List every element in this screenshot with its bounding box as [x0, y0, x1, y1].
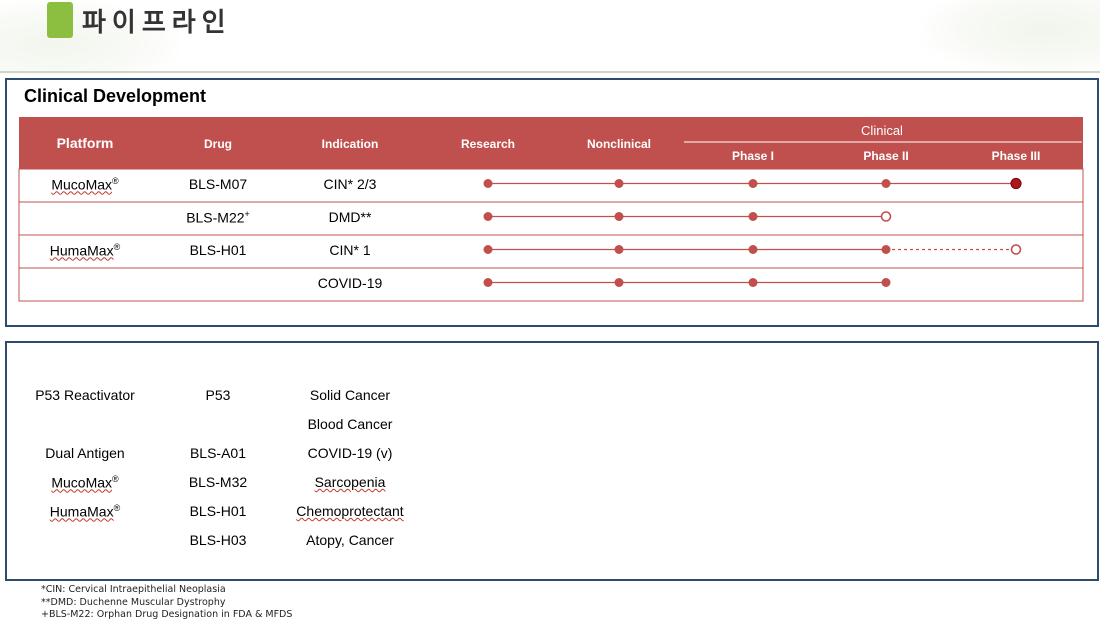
- clinical-stage-dot: [748, 212, 758, 221]
- preclinical-row-indication: Chemoprotectant: [290, 503, 410, 519]
- clinical-stage-dot: [483, 179, 493, 188]
- preclinical-row-platform-text: P53 Reactivator: [35, 387, 135, 403]
- header-nonclinical: Nonclinical: [585, 361, 650, 375]
- header-phase1: Phase I: [728, 361, 772, 375]
- footnote-dmd: **DMD: Duchenne Muscular Dystrophy: [41, 597, 226, 608]
- clinical-stage-dot: [483, 278, 493, 287]
- preclinical-row-drug: P53: [205, 387, 231, 403]
- preclinical-row-platform-mark: ®: [112, 474, 119, 484]
- preclinical-row-drug: BLS-A01: [189, 445, 247, 461]
- header-indication: Indication: [321, 361, 379, 375]
- preclinical-row-indication-text: Chemoprotectant: [296, 503, 404, 519]
- clinical-row-drug-text: BLS-M22: [186, 209, 245, 226]
- preclinical-row-platform-text: HumaMax: [49, 503, 114, 520]
- preclinical-row-indication: Atopy, Cancer: [290, 532, 410, 548]
- clinical-row-indication: CIN* 2/3: [323, 176, 377, 192]
- clinical-row-drug: BLS-M07: [168, 176, 268, 192]
- header-indication: Indication: [321, 137, 379, 151]
- preclinical-row-indication-text: Sarcopenia: [314, 474, 386, 490]
- preclinical-row-indication: COVID-19 (v): [290, 445, 410, 461]
- preclinical-row-platform: MucoMax®: [20, 474, 150, 491]
- clinical-row-drug: BLS-H01: [168, 242, 268, 258]
- clinical-stage-dot: [483, 212, 493, 221]
- clinical-row-drug-text: BLS-H01: [189, 242, 247, 258]
- clinical-row-drug-text: BLS-M07: [188, 176, 248, 192]
- clinical-row-indication: DMD**: [328, 209, 372, 225]
- clinical-stage-dot-open: [880, 211, 892, 222]
- header-platform: Platform: [56, 358, 114, 374]
- preclinical-row-drug: BLS-M32: [188, 474, 248, 490]
- preclinical-row-drug: BLS-H03: [189, 532, 247, 548]
- preclinical-row-indication-text: Solid Cancer: [309, 387, 391, 403]
- clinical-row-border: [18, 267, 1084, 302]
- header-research: Research: [460, 137, 516, 151]
- header-phase3: Phase III: [991, 149, 1041, 163]
- header-phase1: Phase I: [731, 149, 775, 163]
- header-clinical: Clinical: [861, 123, 903, 138]
- footnote-bls-m22: +BLS-M22: Orphan Drug Designation in FDA…: [41, 609, 293, 620]
- clinical-stage-dot: [748, 179, 758, 188]
- clinical-stage-dot: [881, 245, 891, 254]
- preclinical-row-indication: Solid Cancer: [290, 387, 410, 403]
- preclinical-row-indication: Sarcopenia: [290, 474, 410, 490]
- clinical-stage-dot: [614, 179, 624, 188]
- clinical-stage-dot-open: [1010, 244, 1022, 255]
- clinical-stage-dot: [748, 278, 758, 287]
- clinical-row-drug-mark: +: [244, 209, 250, 219]
- preclinical-row-indication: Blood Cancer: [290, 416, 410, 432]
- preclinical-row-platform: HumaMax®: [20, 503, 150, 520]
- header-nonclinical: Nonclinical: [586, 137, 651, 151]
- clinical-row-platform: MucoMax®: [25, 176, 145, 193]
- clinical-stage-dot: [483, 245, 493, 254]
- preclinical-row-drug: BLS-H01: [189, 503, 247, 519]
- clinical-stage-dot-final: [1010, 177, 1022, 190]
- clinical-row-platform-mark: ®: [113, 242, 121, 252]
- preclinical-row-platform-text: Dual Antigen: [45, 445, 125, 461]
- clinical-row-indication: CIN* 1: [329, 242, 371, 258]
- preclinical-row-indication-text: Atopy, Cancer: [306, 532, 394, 548]
- clinical-stage-dot: [881, 278, 891, 287]
- header-phase2: Phase II: [863, 149, 909, 163]
- clinical-stage-dot: [881, 179, 891, 188]
- clinical-row-drug: BLS-M22+: [168, 209, 268, 226]
- header-drug: Drug: [204, 361, 232, 375]
- clinical-row-platform-text: HumaMax: [49, 242, 114, 259]
- header-drug: Drug: [204, 137, 232, 151]
- preclinical-row-platform: P53 Reactivator: [20, 387, 150, 403]
- header-research: Research: [457, 361, 513, 375]
- clinical-stage-dot: [614, 278, 624, 287]
- clinical-row-platform: HumaMax®: [25, 242, 145, 259]
- preclinical-row-indication-text: Blood Cancer: [307, 416, 393, 432]
- footnote-cin: *CIN: Cervical Intraepithelial Neoplasia: [41, 584, 226, 595]
- preclinical-row-platform: Dual Antigen: [20, 445, 150, 461]
- clinical-row-platform-text: MucoMax: [51, 176, 113, 193]
- clinical-row-platform-mark: ®: [112, 176, 119, 186]
- preclinical-row-platform-text: MucoMax: [51, 474, 113, 491]
- clinical-stage-dot: [614, 212, 624, 221]
- header-platform: Platform: [56, 135, 114, 151]
- clinical-stage-dot: [614, 245, 624, 254]
- preclinical-row-platform-mark: ®: [113, 503, 121, 513]
- clinical-stage-dot: [748, 245, 758, 254]
- preclinical-row-indication-text: COVID-19 (v): [307, 445, 393, 461]
- clinical-row-indication: COVID-19: [317, 275, 383, 291]
